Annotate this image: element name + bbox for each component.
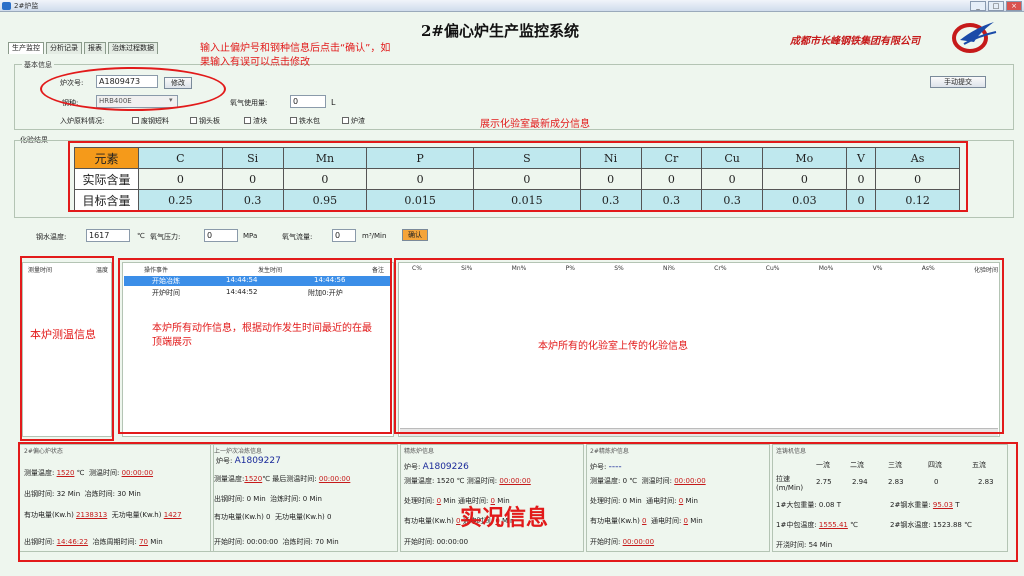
title-bar: 2#炉监 _ □ ×: [0, 0, 1024, 12]
steel-temp-unit: ℃: [137, 232, 145, 240]
confirm-measure-button[interactable]: 确认: [402, 229, 428, 241]
window-title: 2#炉监: [14, 2, 39, 10]
oxygen-flow-input[interactable]: 0: [332, 229, 356, 242]
checkbox-slag-block[interactable]: 渣块: [244, 116, 267, 126]
basic-info-label: 基本信息: [22, 60, 54, 70]
checkbox-ladle[interactable]: 铁水包: [290, 116, 320, 126]
manual-submit-button[interactable]: 手动提交: [930, 76, 986, 88]
oxygen-flow-unit: m³/Min: [362, 232, 387, 240]
annotation-actions-info: 本炉所有动作信息，根据动作发生时间最近的在最顶端展示: [152, 323, 372, 348]
annotation-input-info: 输入止偏炉号和钢种信息后点击“确认”，如果输入有误可以点击修改: [200, 43, 391, 68]
oxygen-usage-unit: L: [331, 98, 336, 107]
minimize-button[interactable]: _: [970, 1, 986, 11]
steel-temp-input[interactable]: 1617: [86, 229, 130, 242]
annotation-box-lab: [394, 258, 1004, 434]
checkbox-scrap[interactable]: 废钢短料: [132, 116, 169, 126]
oxygen-usage-label: 氧气使用量:: [230, 99, 268, 107]
steel-temp-label: 钢水温度:: [36, 233, 67, 241]
annotation-temp-info: 本炉测温信息: [30, 328, 96, 341]
close-button[interactable]: ×: [1006, 1, 1022, 11]
company-logo-icon: [952, 22, 997, 53]
annotation-oval: [40, 67, 226, 111]
annotation-box-temp: [20, 256, 114, 441]
tab-bar: 生产监控 分析记录 报表 治炼过程数据: [8, 42, 158, 54]
annotation-live-info: 实况信息: [460, 506, 549, 531]
app-icon: [2, 2, 11, 10]
tab-analysis[interactable]: 分析记录: [46, 42, 82, 54]
annotation-lab-info: 展示化验室最新成分信息: [480, 119, 590, 130]
page-title: 2#偏心炉生产监控系统: [420, 22, 579, 40]
maximize-button[interactable]: □: [988, 1, 1004, 11]
tab-monitor[interactable]: 生产监控: [8, 42, 44, 54]
checkbox-steel-head[interactable]: 钢头板: [190, 116, 220, 126]
oxygen-pressure-label: 氧气压力:: [150, 233, 181, 241]
oxygen-pressure-unit: MPa: [243, 232, 258, 240]
company-name: 成都市长峰钢铁集团有限公司: [790, 36, 920, 47]
checkbox-slag[interactable]: 炉渣: [342, 116, 365, 126]
oxygen-pressure-input[interactable]: 0: [204, 229, 238, 242]
oxygen-usage-input[interactable]: 0: [290, 95, 326, 108]
tab-process-data[interactable]: 治炼过程数据: [108, 42, 158, 54]
annotation-box-chem: [68, 141, 968, 212]
tab-report[interactable]: 报表: [84, 42, 106, 54]
oxygen-flow-label: 氧气流量:: [282, 233, 313, 241]
annotation-lab-all-info: 本炉所有的化验室上传的化验信息: [538, 341, 688, 352]
charge-label: 入炉原料情况:: [60, 117, 105, 125]
